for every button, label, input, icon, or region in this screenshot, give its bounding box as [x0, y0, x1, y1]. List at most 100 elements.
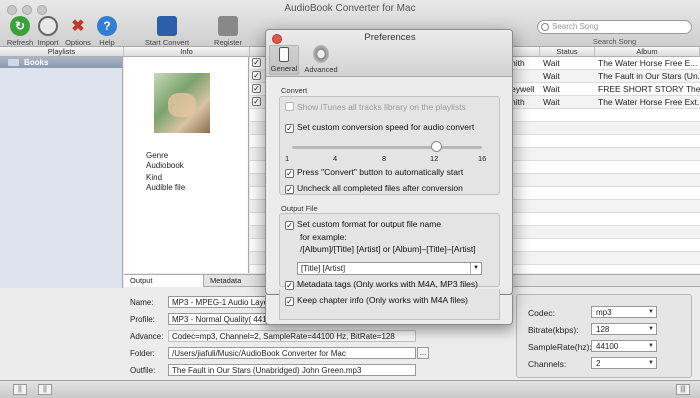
uncheck-completed-option[interactable]: ✓ Uncheck all completed files after conve… [285, 183, 463, 194]
playlists-header: Playlists [0, 47, 124, 57]
info-header: Info [124, 47, 250, 57]
metadata-tags-option[interactable]: ✓ Metadata tags (Only works with M4A, MP3… [285, 279, 478, 290]
press-convert-checkbox[interactable]: ✓ [285, 169, 294, 178]
chevron-down-icon: ▼ [648, 360, 654, 366]
speed-slider-thumb[interactable] [431, 141, 442, 152]
preferences-dialog: Preferences General Advanced Convert Sho… [265, 29, 513, 295]
codec-value: mp3 [596, 308, 612, 317]
custom-speed-checkbox[interactable]: ✓ [285, 124, 294, 133]
speed-tick: 1 [285, 154, 290, 163]
custom-speed-option[interactable]: ✓ Set custom conversion speed for audio c… [285, 122, 474, 133]
start-convert-label: Start Convert [144, 38, 190, 47]
chevron-down-icon[interactable]: ▼ [470, 263, 481, 274]
help-button[interactable]: ? Help [87, 16, 127, 47]
register-button[interactable]: Register [208, 16, 248, 47]
tab-metadata[interactable]: Metadata [204, 275, 266, 287]
output-file-group: ✓ Set custom format for output file name … [279, 213, 500, 287]
show-itunes-checkbox[interactable] [285, 102, 294, 111]
switch-icon [279, 47, 289, 62]
uncheck-completed-label: Uncheck all completed files after conver… [297, 183, 463, 193]
tab-advanced[interactable]: Advanced [302, 45, 340, 74]
bitrate-label: Bitrate(kbps): [528, 325, 579, 335]
row-author: nith [511, 58, 525, 68]
import-label: Import [37, 38, 59, 47]
row-album: The Water Horse Free E... [598, 58, 698, 68]
album-header[interactable]: Album [595, 47, 700, 57]
row-album: The Water Horse Free Ext... [598, 97, 700, 107]
row-checkbox[interactable]: ✓ [252, 84, 261, 93]
view-toggle-button[interactable]: ||| [676, 384, 690, 395]
codec-select[interactable]: mp3 ▼ [591, 306, 657, 318]
row-author: eywell [511, 84, 535, 94]
preferences-dialog-footer: ✓ Metadata tags (Only works with M4A, MP3… [265, 279, 513, 325]
pause-button[interactable]: || [13, 384, 27, 395]
status-bar: || || ||| [0, 380, 700, 398]
channels-label: Channels: [528, 359, 567, 369]
sidebar-item-books[interactable]: Books [0, 57, 122, 68]
folder-icon [8, 59, 19, 66]
show-itunes-option[interactable]: Show iTunes all tracks library on the pl… [285, 102, 466, 112]
tools-icon: ✖ [71, 18, 85, 35]
bitrate-select[interactable]: 128 ▼ [591, 323, 657, 335]
chapter-info-option[interactable]: ✓ Keep chapter info (Only works with M4A … [285, 295, 468, 306]
row-status: Wait [543, 97, 560, 107]
uncheck-completed-checkbox[interactable]: ✓ [285, 185, 294, 194]
tab-general-label: General [270, 64, 298, 73]
row-album: FREE SHORT STORY The T... [598, 84, 700, 94]
filename-format-combo[interactable]: [Title] [Artist] ▼ [297, 262, 482, 275]
row-author: nith [511, 97, 525, 107]
chevron-down-icon: ▼ [648, 309, 654, 315]
chapter-info-checkbox[interactable]: ✓ [285, 297, 294, 306]
magnifier-icon [38, 16, 58, 36]
row-checkbox[interactable]: ✓ [252, 97, 261, 106]
register-label: Register [214, 38, 242, 47]
outfile-field[interactable]: The Fault in Our Stars (Unabridged) John… [168, 364, 416, 376]
folder-field[interactable]: /Users/jiafuli/Music/AudioBook Converter… [168, 347, 416, 359]
profile-field[interactable]: MP3 - Normal Quality( 441 [168, 313, 268, 325]
example-formats-text: /[Album]/[Title] [Artist] or [Album]–[Ti… [300, 244, 476, 254]
samplerate-select[interactable]: 44100 ▼ [591, 340, 657, 352]
gear-icon [313, 45, 329, 63]
press-convert-option[interactable]: ✓ Press "Convert" button to automatically… [285, 167, 463, 178]
samplerate-value: 44100 [596, 342, 619, 351]
tab-output[interactable]: Output [124, 275, 204, 287]
chapter-info-label: Keep chapter info (Only works with M4A f… [297, 295, 469, 305]
row-album: The Fault in Our Stars (Un... [598, 71, 700, 81]
help-label: Help [99, 38, 115, 47]
sidebar-item-label: Books [24, 58, 49, 67]
speed-tick: 4 [333, 154, 338, 163]
metadata-tags-checkbox[interactable]: ✓ [285, 281, 294, 290]
speed-tick: 12 [430, 154, 439, 163]
row-status: Wait [543, 58, 560, 68]
tab-general[interactable]: General [269, 45, 299, 75]
metadata-options-group: ✓ Metadata tags (Only works with M4A, MP3… [279, 279, 500, 320]
metadata-tags-label: Metadata tags (Only works with M4A, MP3 … [297, 279, 478, 289]
convert-group: Show iTunes all tracks library on the pl… [279, 96, 500, 195]
cover-face [168, 93, 196, 117]
custom-format-checkbox[interactable]: ✓ [285, 221, 294, 230]
advance-field: Codec=mp3, Channel=2, SampleRate=44100 H… [168, 330, 416, 342]
name-field[interactable]: MP3 - MPEG-1 Audio Laye [168, 296, 268, 308]
row-checkbox[interactable]: ✓ [252, 71, 261, 80]
channels-select[interactable]: 2 ▼ [591, 357, 657, 369]
convert-group-title: Convert [281, 86, 308, 95]
speed-slider-track[interactable] [292, 146, 482, 149]
tab-advanced-label: Advanced [304, 65, 338, 74]
advance-label: Advance: [130, 332, 164, 341]
search-input[interactable]: Search Song [537, 20, 692, 34]
pause-button-2[interactable]: || [38, 384, 52, 395]
browse-folder-button[interactable]: ... [417, 347, 429, 359]
for-example-text: for example: [300, 232, 347, 242]
status-header[interactable]: Status [540, 47, 595, 57]
key-icon [218, 16, 238, 36]
convert-book-icon [157, 16, 177, 36]
name-label: Name: [130, 298, 154, 307]
channels-value: 2 [596, 359, 601, 368]
show-itunes-label: Show iTunes all tracks library on the pl… [297, 102, 466, 112]
kind-value: Audible file [146, 183, 186, 192]
chevron-down-icon: ▼ [648, 343, 654, 349]
custom-format-option[interactable]: ✓ Set custom format for output file name [285, 219, 441, 230]
start-convert-button[interactable]: Start Convert [142, 16, 192, 47]
row-checkbox[interactable]: ✓ [252, 58, 261, 67]
outfile-label: Outfile: [130, 366, 156, 375]
